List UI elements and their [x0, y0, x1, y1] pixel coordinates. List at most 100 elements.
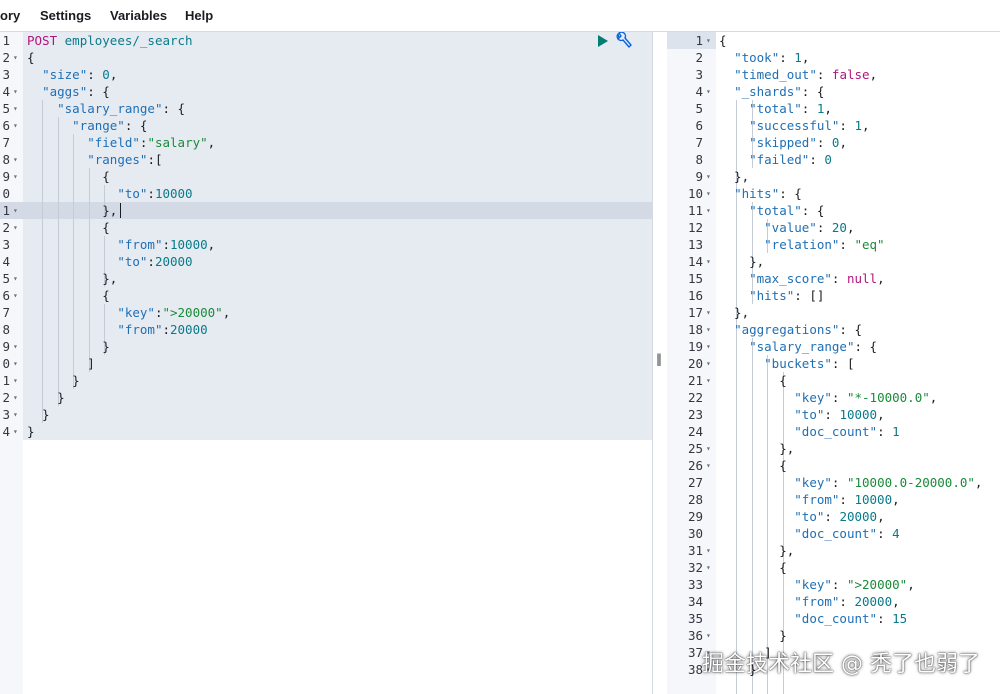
code-token: :	[877, 526, 893, 541]
menu-settings[interactable]: Settings	[40, 8, 91, 23]
line-number: 5	[2, 101, 10, 116]
resize-grip-icon[interactable]: ‖	[656, 352, 662, 366]
code-token: "range"	[72, 118, 125, 133]
line-number: 34	[687, 594, 703, 609]
fold-toggle-icon[interactable]: ▾	[706, 304, 711, 321]
code-token: ">20000"	[846, 577, 908, 592]
code-token: null	[846, 271, 878, 286]
menu-help[interactable]: Help	[185, 8, 213, 23]
code-line: },	[719, 253, 764, 270]
code-line: "key": "10000.0-20000.0",	[719, 474, 982, 491]
code-token: ,	[907, 577, 915, 592]
code-token: "doc_count"	[794, 611, 878, 626]
code-token: "size"	[42, 67, 88, 82]
fold-toggle-icon[interactable]: ▾	[706, 202, 711, 219]
fold-toggle-icon[interactable]: ▾	[706, 440, 711, 457]
fold-toggle-icon[interactable]: ▾	[13, 219, 18, 236]
fold-toggle-icon[interactable]: ▾	[706, 321, 711, 338]
fold-toggle-icon[interactable]: ▾	[706, 32, 711, 49]
code-token: "key"	[794, 390, 832, 405]
line-number: 1	[2, 373, 10, 388]
code-token: 10000	[170, 237, 208, 252]
fold-toggle-icon[interactable]: ▾	[706, 355, 711, 372]
fold-toggle-icon[interactable]: ▾	[13, 202, 18, 219]
fold-toggle-icon[interactable]: ▾	[13, 168, 18, 185]
line-number: 2	[2, 50, 10, 65]
code-token: "from"	[794, 594, 840, 609]
code-token: :	[839, 594, 855, 609]
code-token: "_shards"	[734, 84, 802, 99]
code-line: "salary_range": {	[719, 338, 877, 355]
fold-toggle-icon[interactable]: ▾	[13, 355, 18, 372]
line-number: 14	[687, 254, 703, 269]
fold-toggle-icon[interactable]: ▾	[706, 168, 711, 185]
fold-toggle-icon[interactable]: ▾	[706, 185, 711, 202]
fold-toggle-icon[interactable]: ▾	[706, 559, 711, 576]
line-number: 9	[2, 339, 10, 354]
code-token: ,	[824, 101, 832, 116]
fold-toggle-icon[interactable]: ▾	[13, 338, 18, 355]
code-line: },	[719, 542, 794, 559]
fold-toggle-icon[interactable]: ▾	[13, 372, 18, 389]
code-token: "field"	[87, 135, 140, 150]
code-token: : {	[87, 84, 110, 99]
code-token: 20	[831, 220, 847, 235]
code-token: "salary_range"	[57, 101, 163, 116]
fold-toggle-icon[interactable]: ▾	[13, 287, 18, 304]
line-number: 4	[2, 254, 10, 269]
fold-toggle-icon[interactable]: ▾	[706, 627, 711, 644]
code-token: 4	[892, 526, 900, 541]
fold-toggle-icon[interactable]: ▾	[13, 117, 18, 134]
fold-toggle-icon[interactable]: ▾	[13, 389, 18, 406]
code-token: }	[27, 339, 110, 354]
fold-toggle-icon[interactable]: ▾	[706, 457, 711, 474]
fold-toggle-icon[interactable]: ▾	[13, 423, 18, 440]
code-line: "aggs": {	[27, 83, 110, 100]
line-number: 33	[687, 577, 703, 592]
request-editor[interactable]: 1 2 ▾ 3 4 ▾ 5 ▾ 6 ▾ 7 8 ▾ 9 ▾ 0 1 ▾ 2 ▾ 3 4 5 ▾ 6 ▾ 7 8 9 ▾ 0 ▾ 1 ▾ 2 ▾ 3 ▾ 4 ▾…	[0, 32, 652, 694]
code-token: }	[27, 390, 65, 405]
fold-toggle-icon[interactable]: ▾	[706, 338, 711, 355]
line-number: 36	[687, 628, 703, 643]
code-token: :	[801, 101, 817, 116]
menu-variables[interactable]: Variables	[110, 8, 167, 23]
fold-toggle-icon[interactable]: ▾	[706, 542, 711, 559]
code-token: "salary"	[147, 135, 208, 150]
fold-toggle-icon[interactable]: ▾	[13, 406, 18, 423]
pane-resizer[interactable]: ‖	[652, 32, 668, 694]
play-icon[interactable]	[597, 33, 609, 52]
line-number: 12	[687, 220, 703, 235]
code-token: 20000	[154, 254, 193, 269]
fold-toggle-icon[interactable]: ▾	[706, 253, 711, 270]
code-token: ]	[27, 356, 95, 371]
code-token: "aggs"	[42, 84, 88, 99]
code-token: "from"	[117, 237, 163, 252]
line-number: 3	[2, 237, 10, 252]
wrench-icon[interactable]	[615, 32, 633, 53]
line-number: 9	[2, 169, 10, 184]
code-token: {	[27, 50, 35, 65]
fold-toggle-icon[interactable]: ▾	[13, 270, 18, 287]
line-number: 37	[687, 645, 703, 660]
fold-toggle-icon[interactable]: ▾	[706, 83, 711, 100]
code-line: "to": 20000,	[719, 508, 884, 525]
fold-toggle-icon[interactable]: ▾	[13, 151, 18, 168]
code-line: "key": "*-10000.0",	[719, 389, 937, 406]
fold-toggle-icon[interactable]: ▾	[13, 83, 18, 100]
code-line: "_shards": {	[719, 83, 824, 100]
code-line: "ranges":[	[27, 151, 162, 168]
code-line: "value": 20,	[719, 219, 854, 236]
code-token: :	[809, 152, 825, 167]
code-token: :	[839, 492, 855, 507]
menu-history[interactable]: ory	[0, 8, 20, 23]
response-viewer[interactable]: 1 ▾ 2 3 4 ▾ 5 6 7 8 9 ▾ 10 ▾ 11 ▾ 12 13 14 ▾ 15 16 17 ▾ 18 ▾ 19 ▾ 20…	[667, 32, 1000, 694]
fold-toggle-icon[interactable]: ▾	[13, 49, 18, 66]
fold-toggle-icon[interactable]: ▾	[706, 372, 711, 389]
fold-toggle-icon[interactable]: ▾	[13, 100, 18, 117]
code-token: "buckets"	[764, 356, 832, 371]
code-token: }	[27, 373, 80, 388]
